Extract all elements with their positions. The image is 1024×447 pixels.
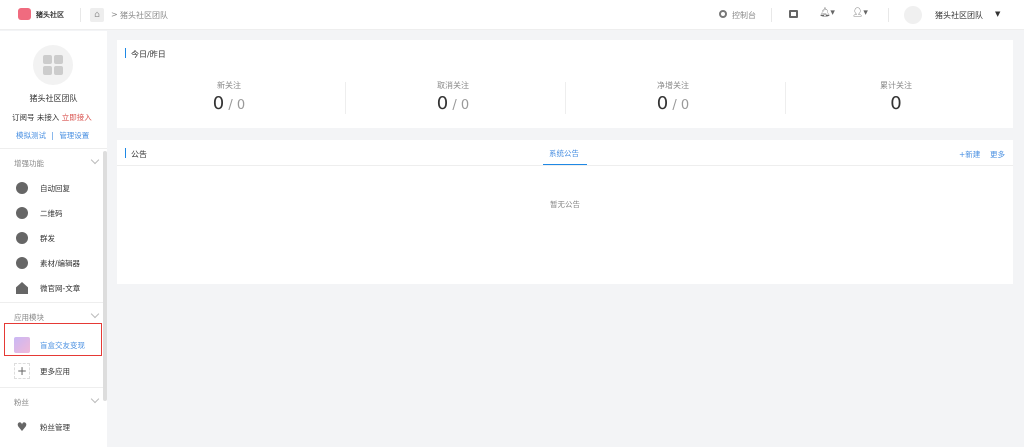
blindbox-app-icon xyxy=(14,337,30,353)
item-label: 二维码 xyxy=(40,208,63,218)
title-bar xyxy=(125,48,126,58)
account-avatar xyxy=(33,45,73,85)
divider xyxy=(0,302,107,303)
connect-now-link[interactable]: 立即接入 xyxy=(62,113,92,122)
stat-unfollow: 取消关注 0 / 0 xyxy=(341,80,565,114)
stat-label: 累计关注 xyxy=(880,81,912,90)
sidebar-item-fans[interactable]: ♥ 粉丝管理 xyxy=(0,416,100,438)
stat-label: 净增关注 xyxy=(657,81,689,90)
item-label: 盲盒交友变现 xyxy=(40,340,85,350)
title-bar xyxy=(125,148,126,158)
sidebar-account-name: 猪头社区团队 xyxy=(29,94,78,103)
new-notice-button[interactable]: +新建 xyxy=(959,149,980,160)
sidebar-item-blindbox[interactable]: 盲盒交友变现 xyxy=(0,334,100,356)
stats-title: 今日/昨日 xyxy=(131,50,166,59)
sidebar-item-auto-reply[interactable]: 自动回复 xyxy=(0,177,100,199)
chevron-down-icon[interactable] xyxy=(90,155,100,165)
section-title[interactable]: 增强功能 xyxy=(14,158,44,169)
sidebar-item-qrcode[interactable]: 二维码 xyxy=(0,202,100,224)
stat-today: 0 xyxy=(436,93,449,114)
chevron-down-icon[interactable] xyxy=(90,394,100,404)
stat-today: 0 xyxy=(890,93,902,114)
sidebar-scrollbar[interactable] xyxy=(103,151,107,401)
home-icon xyxy=(16,282,28,294)
chevron-down-icon[interactable] xyxy=(90,309,100,319)
link-separator: | xyxy=(51,131,54,140)
logo-text[interactable]: 猪头社区 xyxy=(36,10,64,20)
caret-down-icon[interactable]: ▼ xyxy=(995,10,1000,18)
sidebar-links: 模拟测试 | 管理设置 xyxy=(16,130,89,141)
item-label: 群发 xyxy=(40,233,55,243)
plus-icon: + xyxy=(14,363,30,379)
sidebar-item-microsite[interactable]: 微官网-文章 xyxy=(0,277,100,299)
stat-label: 取消关注 xyxy=(437,81,469,90)
more-link[interactable]: 更多 xyxy=(990,149,1005,160)
section-title[interactable]: 应用模块 xyxy=(14,312,44,323)
stat-sep: / xyxy=(228,98,233,113)
item-label: 粉丝管理 xyxy=(40,422,70,432)
logo-icon xyxy=(18,8,31,20)
avatar[interactable] xyxy=(904,6,922,24)
divider xyxy=(117,165,1013,166)
breadcrumb[interactable]: 猪头社区团队 xyxy=(120,10,168,21)
stat-today: 0 xyxy=(656,93,669,114)
account-name[interactable]: 猪头社区团队 xyxy=(935,10,983,21)
home-icon[interactable]: ⌂ xyxy=(90,8,104,22)
stat-yesterday: 0 xyxy=(680,98,690,113)
console-icon xyxy=(719,10,727,18)
stat-net-growth: 净增关注 0 / 0 xyxy=(561,80,785,114)
top-bar: 猪头社区 ⌂ > 猪头社区团队 控制台 🔔︎▾ 👤︎▾ 猪头社区团队 ▼ xyxy=(0,0,1024,30)
tab-system-notice[interactable]: 系统公告 xyxy=(549,148,579,159)
chat-icon xyxy=(16,182,28,194)
stat-sep: / xyxy=(452,98,457,113)
shop-icon[interactable] xyxy=(789,10,798,18)
user-icon[interactable]: 👤︎▾ xyxy=(852,8,868,18)
sub-type: 订阅号 xyxy=(12,113,35,122)
stat-sep: / xyxy=(672,98,677,113)
broadcast-icon xyxy=(16,232,28,244)
item-label: 微官网-文章 xyxy=(40,283,81,293)
stat-yesterday: 0 xyxy=(236,98,246,113)
manage-settings-link[interactable]: 管理设置 xyxy=(59,131,89,140)
sidebar: 猪头社区团队 订阅号 未接入 立即接入 模拟测试 | 管理设置 增强功能 自动回… xyxy=(0,31,107,447)
divider xyxy=(80,8,81,22)
item-label: 更多应用 xyxy=(40,366,70,376)
bell-icon[interactable]: 🔔︎▾ xyxy=(819,8,835,18)
divider xyxy=(888,8,889,22)
sidebar-item-editor[interactable]: 素材/编辑器 xyxy=(0,252,100,274)
divider xyxy=(771,8,772,22)
section-title[interactable]: 粉丝 xyxy=(14,397,29,408)
qrcode-icon xyxy=(16,207,28,219)
sidebar-item-broadcast[interactable]: 群发 xyxy=(0,227,100,249)
stat-label: 新关注 xyxy=(217,81,241,90)
simulate-test-link[interactable]: 模拟测试 xyxy=(16,131,46,140)
item-label: 自动回复 xyxy=(40,183,70,193)
breadcrumb-sep: > xyxy=(111,10,118,19)
edit-icon xyxy=(16,257,28,269)
empty-notice: 暂无公告 xyxy=(550,200,580,209)
stat-total: 累计关注 0 xyxy=(784,80,1008,114)
stat-today: 0 xyxy=(212,93,225,114)
divider xyxy=(0,387,107,388)
notice-title: 公告 xyxy=(131,150,147,159)
heart-icon: ♥ xyxy=(16,420,28,434)
stat-new-follow: 新关注 0 / 0 xyxy=(117,80,341,114)
console-link[interactable]: 控制台 xyxy=(732,10,756,21)
notice-card: 公告 系统公告 +新建 更多 暂无公告 xyxy=(117,140,1013,284)
subscription-status: 订阅号 未接入 立即接入 xyxy=(12,112,92,123)
item-label: 素材/编辑器 xyxy=(40,258,81,268)
divider xyxy=(0,148,107,149)
sub-status: 未接入 xyxy=(36,113,60,122)
stat-yesterday: 0 xyxy=(460,98,470,113)
sidebar-item-more-apps[interactable]: + 更多应用 xyxy=(0,360,100,382)
